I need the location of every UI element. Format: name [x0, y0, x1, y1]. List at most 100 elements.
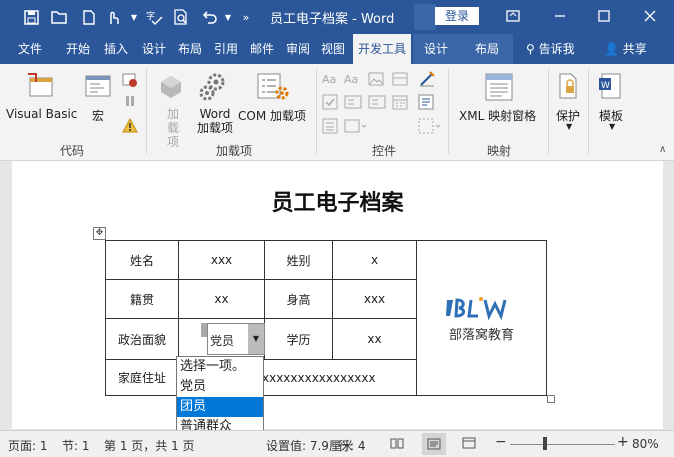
- tab-mailings[interactable]: 邮件: [250, 34, 274, 64]
- xml-mapping-pane-icon: [484, 72, 514, 105]
- addins-button[interactable]: 加载项: [162, 107, 184, 149]
- read-mode-icon[interactable]: [390, 437, 404, 452]
- svg-text:Aa: Aa: [344, 73, 358, 86]
- dropdown-arrow-icon[interactable]: ▼: [125, 8, 143, 26]
- template-dropdown-icon[interactable]: ▼: [609, 122, 615, 131]
- group-label-mapping: 映射: [487, 144, 512, 158]
- group-separator: [448, 68, 449, 154]
- dropdown-list-control-icon[interactable]: [368, 94, 386, 113]
- table-resize-handle[interactable]: [547, 395, 555, 403]
- share-button[interactable]: 👤 共享: [604, 34, 647, 64]
- design-mode-icon[interactable]: [418, 70, 436, 91]
- photo-cell: 部落窝教育: [416, 240, 547, 396]
- zoom-out-icon[interactable]: −: [495, 434, 507, 450]
- document-page[interactable]: 员工电子档案 ✥ 姓名 xxx 姓别 x 部落窝教育 籍贯 xx 身高 xxx …: [12, 161, 663, 429]
- tab-file[interactable]: 文件: [18, 34, 42, 64]
- tab-insert[interactable]: 插入: [104, 34, 128, 64]
- zoom-slider-thumb[interactable]: [543, 437, 547, 450]
- xml-mapping-pane-button[interactable]: XML 映射窗格: [459, 107, 536, 124]
- political-status-dropdown[interactable]: 党员 ▼: [207, 323, 265, 355]
- date-picker-control-icon[interactable]: [392, 94, 408, 113]
- picture-control-icon[interactable]: [368, 72, 384, 89]
- collapse-ribbon-icon[interactable]: ∧: [659, 144, 666, 155]
- web-layout-icon[interactable]: [462, 437, 476, 452]
- minimize-icon[interactable]: [550, 7, 570, 27]
- group-control-icon[interactable]: [418, 118, 441, 137]
- visual-basic-icon: [26, 72, 56, 103]
- print-preview-icon[interactable]: [172, 8, 190, 26]
- option-choose[interactable]: 选择一项。: [177, 357, 263, 377]
- value-name[interactable]: xxx: [178, 240, 265, 280]
- pause-recording-icon[interactable]: [122, 94, 138, 111]
- tab-table-layout[interactable]: 布局: [475, 34, 499, 64]
- save-icon[interactable]: [22, 8, 40, 26]
- undo-icon[interactable]: [201, 8, 219, 26]
- logo-caption: 部落窝教育: [448, 327, 514, 343]
- tab-table-design[interactable]: 设计: [424, 34, 448, 64]
- tab-developer[interactable]: 开发工具: [353, 34, 411, 64]
- close-icon[interactable]: [640, 7, 660, 27]
- legacy-tools-icon[interactable]: [344, 118, 367, 137]
- political-status-value: 党员: [210, 334, 235, 348]
- building-block-control-icon[interactable]: [392, 72, 408, 89]
- visual-basic-button[interactable]: Visual Basic: [6, 107, 77, 121]
- label-hometown: 籍贯: [105, 279, 179, 319]
- value-hometown[interactable]: xx: [178, 279, 265, 319]
- tab-design[interactable]: 设计: [142, 34, 166, 64]
- label-address: 家庭住址: [105, 359, 179, 396]
- tab-references[interactable]: 引用: [214, 34, 238, 64]
- restrict-editing-icon: [557, 72, 579, 103]
- record-macro-icon[interactable]: [122, 72, 138, 91]
- properties-icon[interactable]: [418, 94, 434, 113]
- login-button[interactable]: 登录: [435, 7, 479, 25]
- checkbox-control-icon[interactable]: [322, 94, 338, 113]
- label-name: 姓名: [105, 240, 179, 280]
- status-page-count[interactable]: 第 1 页，共 1 页: [104, 437, 195, 454]
- dropdown-arrow-icon[interactable]: ▼: [248, 324, 264, 354]
- customize-toolbar-icon[interactable]: »: [237, 8, 255, 26]
- label-education: 学历: [264, 318, 333, 360]
- print-layout-active[interactable]: [422, 433, 446, 455]
- tab-review[interactable]: 审阅: [286, 34, 310, 64]
- maximize-icon[interactable]: [594, 7, 614, 27]
- tab-home[interactable]: 开始: [66, 34, 90, 64]
- zoom-in-icon[interactable]: +: [617, 434, 629, 450]
- option-party-member[interactable]: 党员: [177, 377, 263, 397]
- value-height[interactable]: xxx: [332, 279, 417, 319]
- ribbon-display-options-icon[interactable]: [503, 7, 523, 27]
- group-label-addins: 加载项: [216, 144, 253, 158]
- tell-me-search[interactable]: ⚲ 告诉我: [526, 34, 575, 64]
- undo-dropdown-icon[interactable]: ▼: [219, 8, 237, 26]
- table-move-handle-icon[interactable]: ✥: [93, 227, 106, 240]
- option-league-member[interactable]: 团员: [177, 397, 263, 417]
- share-label: 共享: [622, 42, 647, 56]
- open-folder-icon[interactable]: [50, 8, 68, 26]
- protect-dropdown-icon[interactable]: ▼: [566, 122, 572, 131]
- print-layout-icon: [427, 438, 441, 450]
- status-section[interactable]: 节: 1: [62, 437, 90, 454]
- word-addins-icon: [198, 72, 228, 105]
- zoom-slider-track[interactable]: [510, 444, 615, 445]
- status-line[interactable]: 行: 4: [338, 437, 366, 454]
- combo-box-control-icon[interactable]: [344, 94, 362, 113]
- repeating-section-control-icon[interactable]: [322, 118, 338, 137]
- zoom-level[interactable]: 80%: [632, 437, 659, 451]
- word-addins-button[interactable]: Word 加载项: [195, 107, 235, 135]
- touch-mode-icon[interactable]: [104, 8, 122, 26]
- rich-text-control-icon[interactable]: Aa: [322, 70, 340, 91]
- macro-button[interactable]: 宏: [92, 107, 104, 124]
- new-document-icon[interactable]: [80, 8, 98, 26]
- blw-logo: 部落窝教育: [417, 294, 546, 343]
- group-separator: [316, 68, 317, 154]
- status-page[interactable]: 页面: 1: [8, 437, 48, 454]
- document-template-icon: W: [598, 72, 622, 103]
- plain-text-control-icon[interactable]: Aa: [344, 70, 362, 91]
- tab-layout[interactable]: 布局: [178, 34, 202, 64]
- value-education[interactable]: xx: [332, 318, 417, 360]
- value-gender[interactable]: x: [332, 240, 417, 280]
- com-addins-button[interactable]: COM 加载项: [238, 107, 306, 124]
- tools-indicator: [414, 4, 436, 30]
- tab-view[interactable]: 视图: [321, 34, 345, 64]
- macro-security-icon[interactable]: [122, 117, 138, 136]
- spelling-check-icon[interactable]: 字: [146, 8, 164, 26]
